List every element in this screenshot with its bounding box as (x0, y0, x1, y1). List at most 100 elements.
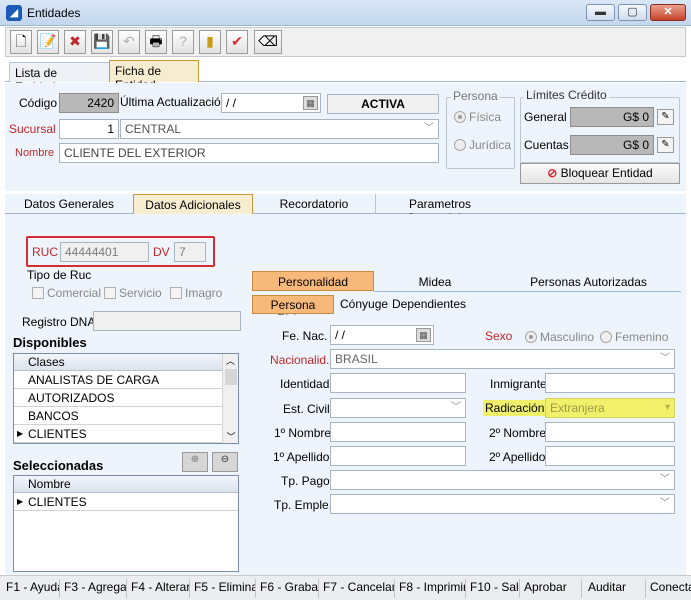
radicacion-select[interactable]: Extranjera ▾ (545, 398, 675, 418)
minimize-button[interactable]: ▬ (586, 4, 615, 21)
comercial-checkbox[interactable] (32, 287, 44, 299)
fisica-label: Física (469, 110, 502, 124)
ruc-field[interactable]: 44444401 (60, 242, 149, 262)
identidad-field[interactable] (330, 373, 466, 393)
sucursal-number-field[interactable]: 1 (59, 119, 119, 139)
tab-personalidad[interactable]: Personalidad (252, 271, 374, 291)
title-bar: ◢ Entidades ▬ ▢ ✕ (0, 0, 691, 26)
status-auditar[interactable]: Auditar (582, 579, 646, 598)
clases-column-header[interactable]: Clases (14, 354, 222, 371)
add-class-button[interactable]: ⊕ (182, 452, 208, 472)
edit-doc-icon[interactable]: 📝 (37, 30, 59, 54)
row-pointer-icon: ▶ (17, 429, 24, 438)
tpemple-select[interactable]: ﹀ (330, 494, 675, 514)
cuentas-credit-field[interactable]: G$ 0 (570, 135, 654, 155)
tab-persona-fisica[interactable]: Persona Física (252, 295, 334, 326)
calendar-icon[interactable]: ▦ (303, 96, 318, 110)
nombre1-field[interactable] (330, 422, 466, 442)
scroll-down-icon[interactable]: ﹀ (223, 430, 239, 443)
status-f5-eliminar[interactable]: F5 - Eliminar (190, 579, 256, 598)
list-item[interactable]: BANCOS (14, 407, 222, 425)
tab-lista-entidades[interactable]: Lista de Entidades (9, 62, 110, 94)
edit-pencil-icon[interactable]: ✎ (657, 137, 674, 153)
inmigrante-field[interactable] (545, 373, 675, 393)
toolbar: 🗋 📝 ✖ 💾 ↶ 🖶 ? ▮ ✔ ⌫ (5, 27, 686, 57)
masculino-radio[interactable] (525, 331, 537, 343)
nombre-label: Nombre (15, 147, 55, 159)
undo-icon[interactable]: ↶ (118, 30, 140, 54)
sexo-label: Sexo (485, 329, 513, 343)
general-credit-field[interactable]: G$ 0 (570, 107, 654, 127)
close-button[interactable]: ✕ (650, 4, 686, 21)
help-icon[interactable]: ? (172, 30, 194, 54)
check-icon[interactable]: ✔ (226, 30, 248, 54)
remove-class-button[interactable]: ⊖ (212, 452, 238, 472)
seleccionadas-list[interactable]: Nombre ▶ CLIENTES (13, 475, 239, 572)
femenino-radio[interactable] (600, 331, 612, 343)
status-f8-imprimir[interactable]: F8 - Imprimir (395, 579, 466, 598)
tppago-select[interactable]: ﹀ (330, 470, 675, 490)
fisica-radio[interactable] (454, 111, 466, 123)
imagro-label: Imagro (185, 286, 223, 300)
dv-field[interactable]: 7 (174, 242, 206, 262)
tipo-ruc-label: Tipo de Ruc (27, 268, 92, 282)
nacionalidad-select[interactable]: BRASIL ﹀ (330, 349, 675, 369)
nombre-column-header[interactable]: Nombre (14, 476, 238, 493)
sub-tabs: Datos Generales Datos Adicionales Record… (5, 194, 686, 225)
print-icon[interactable]: 🖶 (145, 30, 167, 54)
list-item[interactable]: AUTORIZADOS (14, 389, 222, 407)
sucursal-select[interactable]: CENTRAL ﹀ (120, 119, 439, 139)
fenac-field[interactable]: / / ▦ (330, 325, 434, 345)
list-item-selected[interactable]: ▶ CLIENTES (14, 493, 238, 511)
eraser-icon[interactable]: ⌫ (254, 30, 282, 54)
servicio-checkbox[interactable] (104, 287, 116, 299)
status-f10-salir[interactable]: F10 - Salir (466, 579, 520, 598)
status-f3-agregar[interactable]: F3 - Agregar (60, 579, 127, 598)
new-doc-icon[interactable]: 🗋 (10, 30, 32, 54)
tab-recordatorio[interactable]: Recordatorio (253, 194, 376, 214)
exit-door-icon[interactable]: ▮ (199, 30, 221, 54)
status-f4-alterar[interactable]: F4 - Alterar (127, 579, 190, 598)
imagro-checkbox[interactable] (170, 287, 182, 299)
apellido1-field[interactable] (330, 446, 466, 466)
nombre2-field[interactable] (545, 422, 675, 442)
tab-datos-adicionales[interactable]: Datos Adicionales (133, 194, 253, 214)
disponibles-scrollbar[interactable]: ︿ ﹀ (222, 354, 238, 443)
apellido1-label: 1º Apellido (273, 450, 330, 464)
persona-label: Persona (451, 89, 500, 103)
status-f7-cancelar[interactable]: F7 - Cancelar (319, 579, 395, 598)
radicacion-label: Radicación (483, 400, 547, 416)
nombre-field[interactable]: CLIENTE DEL EXTERIOR (59, 143, 439, 163)
ultima-actualizacion-field[interactable]: / / ▦ (221, 93, 321, 113)
save-icon[interactable]: 💾 (91, 30, 113, 54)
maximize-button[interactable]: ▢ (618, 4, 647, 21)
status-f1-ayuda[interactable]: F1 - Ayuda (2, 579, 60, 598)
general-label: General (524, 110, 567, 124)
bloquear-entidad-button[interactable]: ⊘ Bloquear Entidad (520, 163, 680, 184)
tab-ficha-entidad[interactable]: Ficha de Entidad (109, 60, 199, 92)
scroll-up-icon[interactable]: ︿ (223, 354, 238, 367)
tab-personas-autorizadas[interactable]: Personas Autorizadas (496, 272, 681, 292)
edit-pencil-icon[interactable]: ✎ (657, 109, 674, 125)
calendar-icon[interactable]: ▦ (416, 328, 431, 342)
row-pointer-icon: ▶ (17, 497, 24, 506)
apellido2-field[interactable] (545, 446, 675, 466)
list-item-selected[interactable]: ▶ CLIENTES (14, 425, 222, 443)
tab-dependientes[interactable]: Dependientes (387, 295, 466, 314)
list-item[interactable]: ANALISTAS DE CARGA (14, 371, 222, 389)
disponibles-list[interactable]: Clases ANALISTAS DE CARGA AUTORIZADOS BA… (13, 353, 239, 444)
registro-dna-field[interactable] (93, 311, 241, 331)
tab-datos-generales[interactable]: Datos Generales (5, 194, 133, 214)
scroll-thumb[interactable] (224, 369, 237, 385)
codigo-field[interactable]: 2420 (59, 93, 119, 113)
tab-midea[interactable]: Midea (374, 272, 496, 292)
status-f6-grabar[interactable]: F6 - Grabar (256, 579, 319, 598)
delete-doc-icon[interactable]: ✖ (64, 30, 86, 54)
tab-parametros-comerciales[interactable]: Parametros Comerciales (376, 194, 504, 225)
tab-conyuge[interactable]: Cónyuge (335, 295, 388, 314)
chevron-down-icon: ﹀ (660, 474, 670, 485)
juridica-radio[interactable] (454, 139, 466, 151)
status-aprobar[interactable]: Aprobar (520, 579, 582, 598)
cuentas-label: Cuentas (524, 138, 569, 152)
estcivil-select[interactable]: ﹀ (330, 398, 466, 418)
